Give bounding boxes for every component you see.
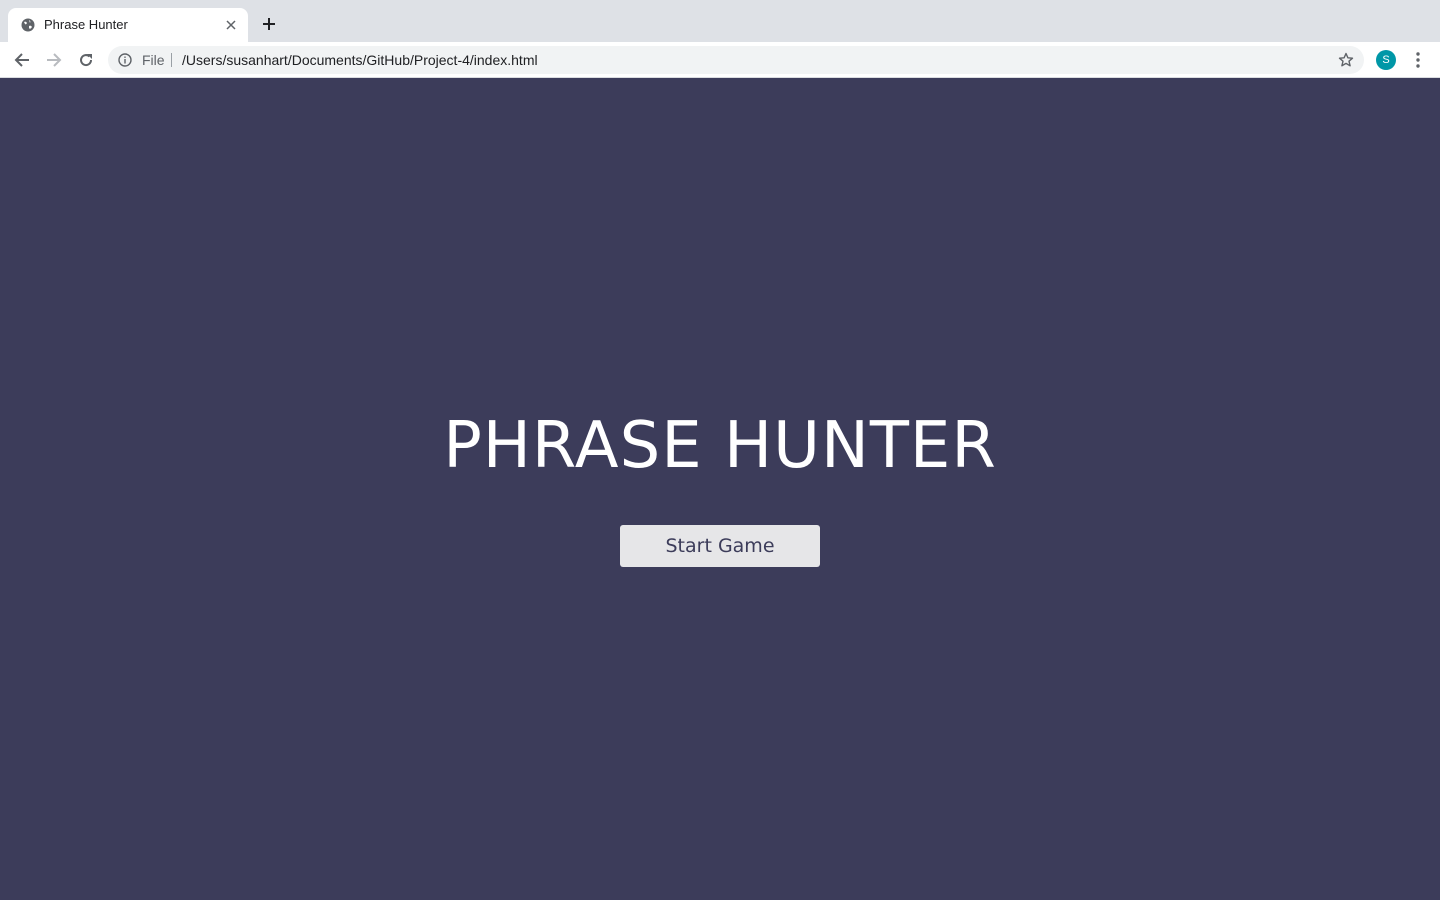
url-scheme-label: File <box>142 52 165 68</box>
game-title: PHRASE HUNTER <box>443 409 997 483</box>
new-tab-button[interactable] <box>258 13 280 35</box>
globe-icon <box>21 18 35 32</box>
browser-tab-bar: Phrase Hunter <box>0 0 1440 42</box>
star-icon[interactable] <box>1338 52 1354 68</box>
browser-tab[interactable]: Phrase Hunter <box>8 8 248 42</box>
plus-icon <box>263 18 275 30</box>
browser-toolbar: File /Users/susanhart/Documents/GitHub/P… <box>0 42 1440 78</box>
reload-button[interactable] <box>76 50 96 70</box>
reload-icon <box>80 54 93 67</box>
arrow-right-icon <box>47 53 62 67</box>
forward-button[interactable] <box>44 50 64 70</box>
arrow-left-icon <box>14 53 29 67</box>
url-text[interactable]: /Users/susanhart/Documents/GitHub/Projec… <box>182 52 538 68</box>
back-button[interactable] <box>12 50 32 70</box>
more-vert-icon[interactable] <box>1410 50 1426 70</box>
address-bar[interactable]: File /Users/susanhart/Documents/GitHub/P… <box>108 46 1364 74</box>
tab-title: Phrase Hunter <box>44 17 128 32</box>
avatar[interactable]: S <box>1376 50 1396 70</box>
game-overlay: PHRASE HUNTER Start Game <box>0 79 1440 900</box>
close-icon[interactable] <box>224 18 238 32</box>
info-icon[interactable] <box>118 53 132 67</box>
start-game-button[interactable]: Start Game <box>620 525 820 567</box>
divider <box>171 53 172 67</box>
